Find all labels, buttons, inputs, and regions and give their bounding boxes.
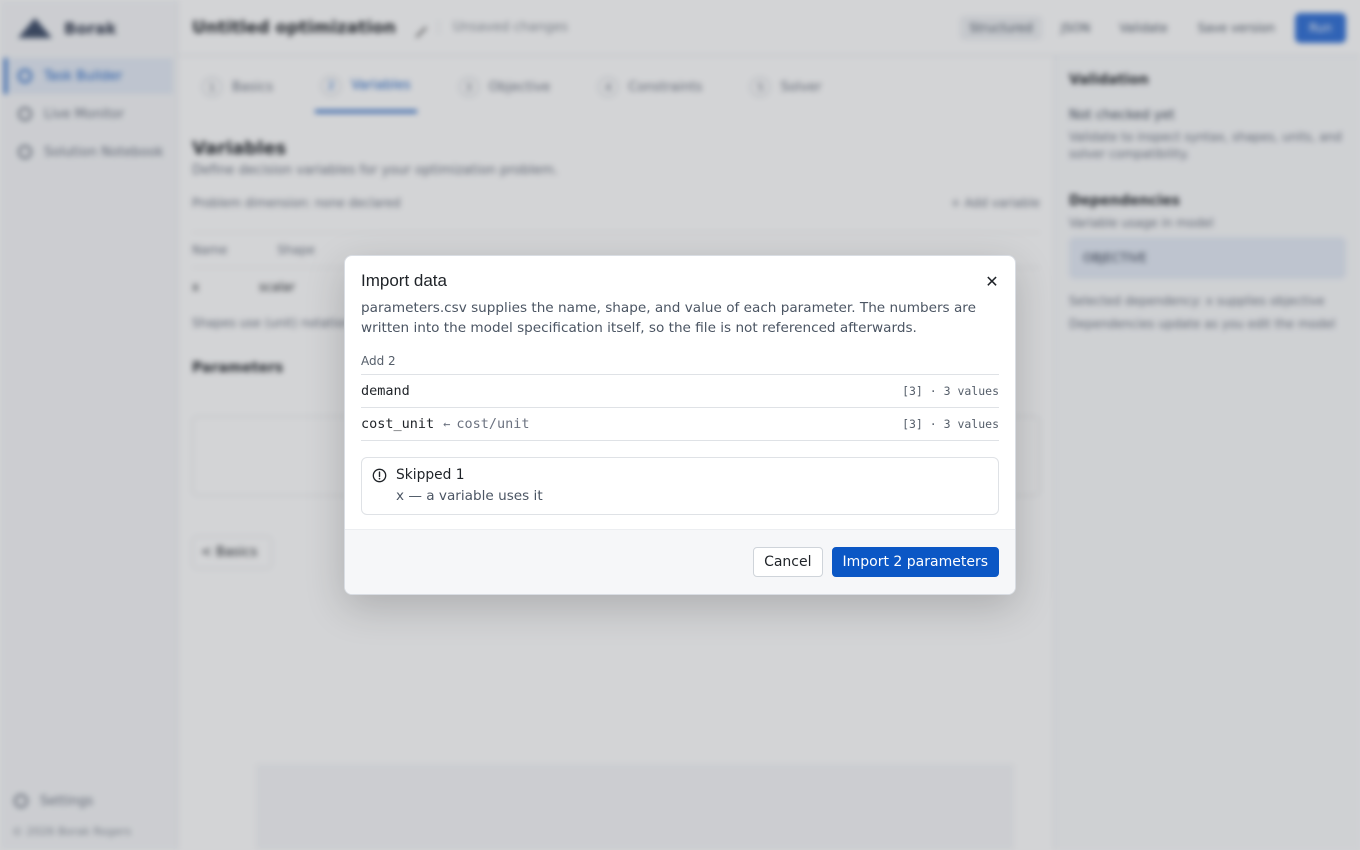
skipped-item: x — a variable uses it — [396, 488, 543, 504]
skipped-title: Skipped 1 — [396, 467, 465, 483]
dialog-header: Import data ✕ — [361, 270, 999, 292]
import-button[interactable]: Import 2 parameters — [831, 547, 999, 577]
arrow-left-icon: ← — [443, 417, 451, 431]
parameter-meta: [3] · 3 values — [902, 417, 999, 431]
cancel-button[interactable]: Cancel — [753, 547, 823, 577]
parameter-source-name: cost/unit — [456, 416, 530, 432]
skipped-header: Skipped 1 — [372, 467, 986, 483]
alert-circle-icon — [372, 468, 387, 482]
dialog-body: Import data ✕ parameters.csv supplies th… — [345, 256, 1015, 515]
list-item: demand [3] · 3 values — [361, 375, 999, 408]
parameter-meta: [3] · 3 values — [902, 384, 999, 398]
import-data-dialog: Import data ✕ parameters.csv supplies th… — [344, 255, 1016, 595]
parameter-name: demand — [361, 383, 410, 399]
dialog-title: Import data — [361, 271, 447, 290]
dialog-footer: Cancel Import 2 parameters — [345, 529, 1015, 594]
add-section-label: Add 2 — [361, 354, 999, 375]
parameter-name: cost_unit — [361, 416, 435, 432]
list-item: cost_unit ← cost/unit [3] · 3 values — [361, 408, 999, 441]
dialog-description: parameters.csv supplies the name, shape,… — [361, 300, 976, 336]
skipped-notice: Skipped 1 x — a variable uses it — [361, 457, 999, 515]
close-icon[interactable]: ✕ — [981, 270, 1003, 292]
